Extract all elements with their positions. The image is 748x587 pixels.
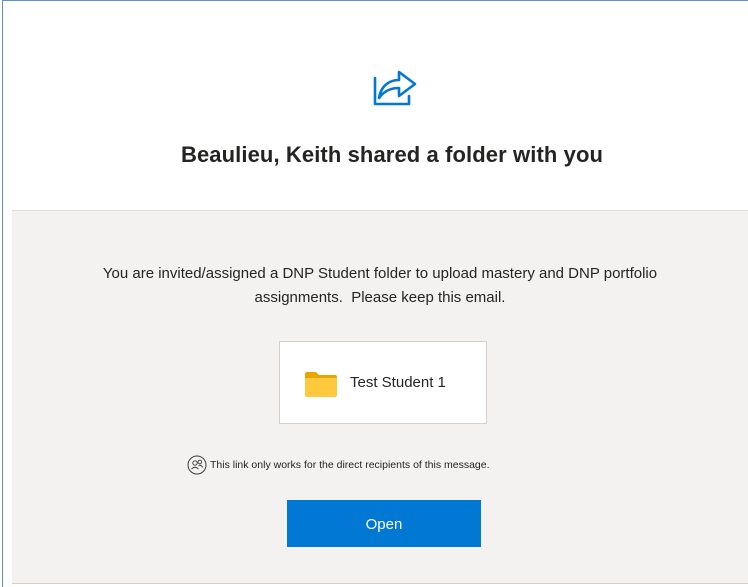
invitation-message: You are invited/assigned a DNP Student f… bbox=[20, 262, 740, 310]
shared-folder-card[interactable]: Test Student 1 bbox=[279, 341, 487, 424]
recipient-notice: This link only works for the direct reci… bbox=[187, 455, 490, 475]
message-line-2: assignments. Please keep this email. bbox=[254, 289, 506, 306]
share-arrow-icon bbox=[373, 70, 417, 106]
people-icon bbox=[187, 455, 207, 475]
window-top-border bbox=[2, 0, 748, 1]
share-title: Beaulieu, Keith shared a folder with you bbox=[180, 142, 604, 167]
bottom-divider bbox=[12, 583, 748, 584]
header-section: Beaulieu, Keith shared a folder with you bbox=[12, 2, 748, 210]
open-button[interactable]: Open bbox=[287, 500, 481, 547]
folder-name: Test Student 1 bbox=[350, 374, 446, 391]
email-card: Beaulieu, Keith shared a folder with you… bbox=[0, 0, 748, 587]
notice-text: This link only works for the direct reci… bbox=[210, 459, 490, 471]
folder-icon bbox=[305, 372, 337, 397]
window-left-border bbox=[2, 0, 3, 587]
message-line-1: You are invited/assigned a DNP Student f… bbox=[102, 265, 658, 282]
